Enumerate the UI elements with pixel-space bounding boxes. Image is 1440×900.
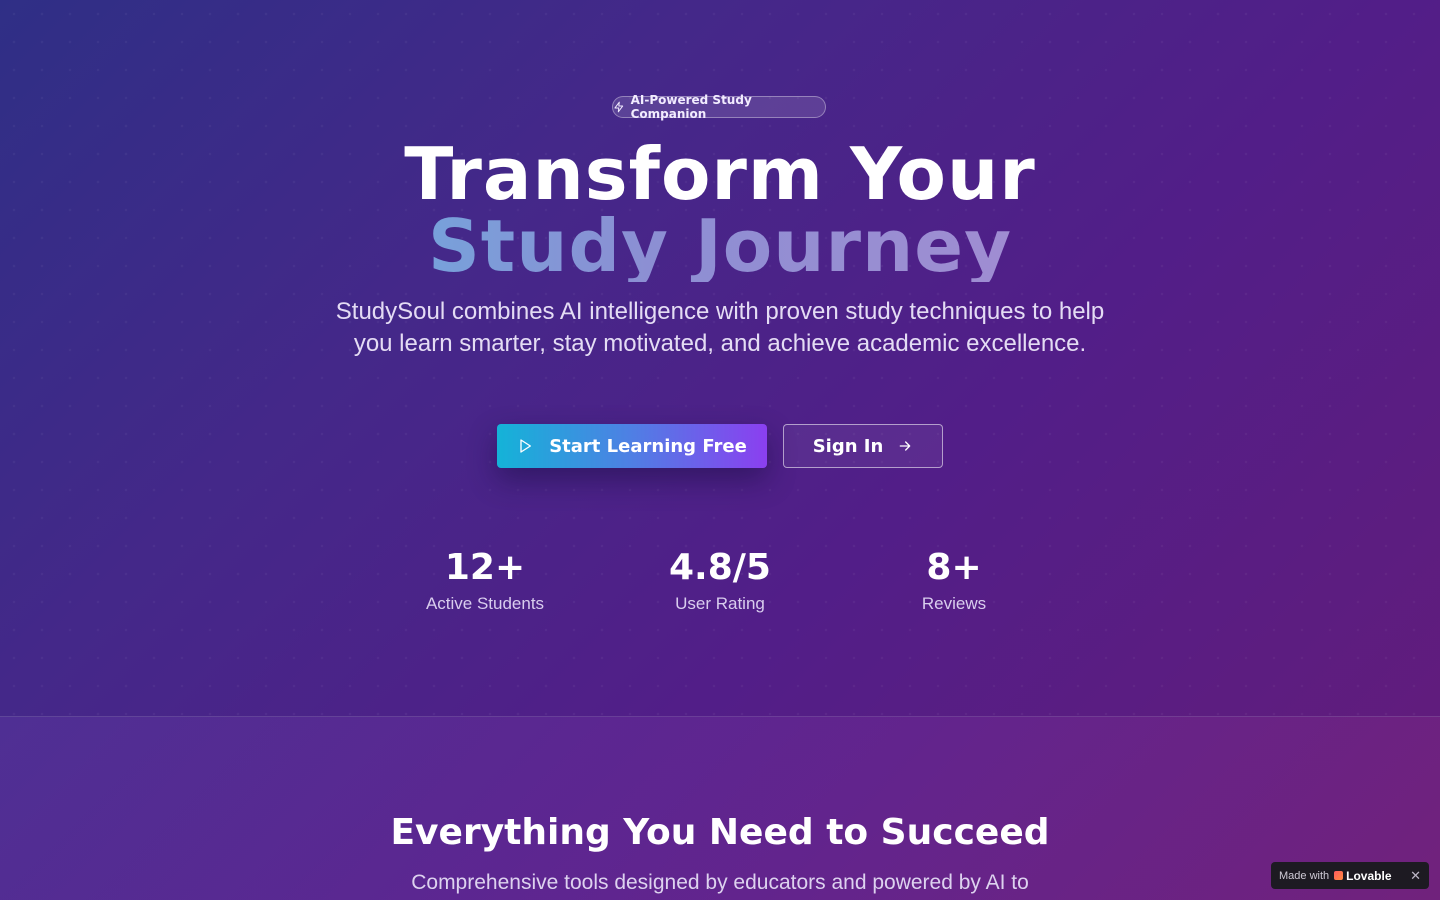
stat-value: 12+: [444, 547, 526, 588]
sign-in-button[interactable]: Sign In: [783, 424, 943, 468]
made-with-lovable-badge[interactable]: Made with Lovable ✕: [1271, 862, 1429, 889]
lightning-icon: [614, 101, 624, 113]
hero-heading-line2: Study Journey: [0, 210, 1440, 282]
features-title: Everything You Need to Succeed: [390, 812, 1050, 853]
stat-label: Reviews: [921, 594, 987, 613]
stat-label: Active Students: [425, 594, 545, 613]
hero-heading-line1: Transform Your: [404, 132, 1036, 216]
hero-subtitle: StudySoul combines AI intelligence with …: [335, 298, 1105, 357]
features-subtitle: Comprehensive tools designed by educator…: [411, 871, 1029, 894]
ai-powered-badge: AI-Powered Study Companion: [612, 93, 826, 121]
lovable-logo-icon: [1334, 871, 1344, 880]
arrow-right-icon: [899, 441, 911, 451]
stat-user-rating: 4.8/5 User Rating: [600, 546, 840, 614]
stat-active-students: 12+ Active Students: [365, 546, 605, 614]
start-learning-button[interactable]: Start Learning Free: [497, 424, 767, 468]
stat-label: User Rating: [675, 594, 765, 613]
stat-reviews: 8+ Reviews: [834, 546, 1074, 614]
start-learning-label: Start Learning Free: [549, 435, 747, 457]
stat-value: 4.8/5: [669, 547, 771, 588]
lovable-brand: Lovable: [1334, 868, 1392, 883]
sign-in-label: Sign In: [812, 435, 884, 457]
lovable-prefix: Made with: [1279, 869, 1330, 882]
close-icon[interactable]: ✕: [1410, 868, 1421, 884]
stat-value: 8+: [926, 547, 982, 588]
play-icon: [520, 439, 532, 453]
hero-section: AI-Powered Study Companion Transform You…: [0, 0, 1440, 716]
badge-label: AI-Powered Study Companion: [630, 93, 752, 121]
lovable-brand-label: Lovable: [1346, 868, 1392, 883]
